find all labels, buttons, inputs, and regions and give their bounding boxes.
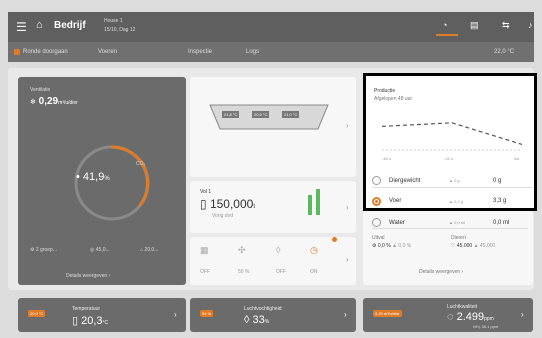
row-feed-label: Voer xyxy=(389,198,402,204)
temperature-card[interactable]: 20,0 °C Temperatuur ▯ 20,3°C › xyxy=(18,298,186,332)
temp-value: ⌂ 20,0... xyxy=(140,247,159,253)
home-icon[interactable]: ⌂ xyxy=(36,19,43,31)
row-weight-label: Diergewicht xyxy=(389,177,421,184)
ventilation-title: Ventilatie xyxy=(30,87,51,93)
top-bar: ☰ ⌂ Bedrijf House 1 15/10, Dag 12 ◔ ▤ ⇆ … xyxy=(8,12,534,42)
gauge-value: • 41,9% xyxy=(76,171,110,183)
ventilation-card[interactable]: Ventilatie ❄ 0,29m³/u/dier • 41,9% CO₂ ⚙… xyxy=(18,77,186,285)
level-bar-2 xyxy=(316,189,320,215)
row-water-label: Water xyxy=(389,219,405,226)
chevron-right-icon[interactable]: › xyxy=(346,121,349,130)
details-link-right[interactable]: Details weergeven › xyxy=(419,269,463,275)
row-feed[interactable]: Voer ▲ 3,3 g 3,3 g xyxy=(372,194,532,208)
humidity-title: Luchtvochtigheid xyxy=(244,306,282,312)
humidity-value: ◊ 33% xyxy=(244,314,270,326)
birds-sub: Vorig dvd xyxy=(212,213,233,219)
bell-icon[interactable]: ♪ xyxy=(528,20,533,30)
radio-water[interactable] xyxy=(372,218,381,227)
details-link-left[interactable]: Details weergeven › xyxy=(66,273,110,279)
gauge xyxy=(74,145,150,221)
sync-icon[interactable]: ⇆ xyxy=(502,20,510,31)
production-card[interactable]: Productie Afgelopen 48 uur -48 u -24 u N… xyxy=(363,73,537,211)
chevron-right-icon[interactable]: › xyxy=(344,310,347,319)
temp-title: Temperatuur xyxy=(72,306,101,312)
temp-badge: 20,0 °C xyxy=(28,310,46,317)
uitval-value: ⚙ 0,0 % ▲ 0,0 % xyxy=(372,243,412,249)
row-water-value: 0,0 ml xyxy=(493,219,510,226)
drop-icon: ◊ xyxy=(276,245,281,255)
menu-icon[interactable]: ☰ xyxy=(16,20,27,34)
temp-value: ▯ 20,3°C xyxy=(72,315,109,327)
groups-value: ⚙ 2 groep... xyxy=(30,247,58,253)
tray-temp-1: 21,8 °C xyxy=(222,111,240,118)
tray-card[interactable]: 21,8 °C 20,9 °C 21,0 °C › xyxy=(190,77,356,177)
series-line xyxy=(381,122,523,145)
light-icon: ▦ xyxy=(200,245,209,255)
document-icon[interactable]: ▤ xyxy=(470,20,479,31)
airquality-title: Luchtkwaliteit xyxy=(447,304,478,310)
alert-dot xyxy=(332,237,337,242)
gauge-label: CO₂ xyxy=(136,161,146,167)
chevron-right-icon[interactable]: › xyxy=(346,203,349,212)
chevron-right-icon[interactable]: › xyxy=(346,255,349,264)
level-bar-1 xyxy=(308,195,312,215)
x-tick-3: Nu xyxy=(514,156,520,161)
birds-value: ▯ 150,000t xyxy=(200,197,255,211)
controls-card[interactable]: ▦ ✣ ◊ ◷ OFF 50 % OFF ON › xyxy=(190,237,356,285)
uitval-label: Uitval xyxy=(372,235,385,241)
inspection-button[interactable]: Inspectie xyxy=(188,49,212,55)
radio-feed[interactable] xyxy=(372,196,381,206)
row-water-delta: ▲ 0,0 ml xyxy=(449,220,465,225)
birds-card[interactable]: Vol 1 ▯ 150,000t Vorig dvd › xyxy=(190,181,356,233)
control-label-1: OFF xyxy=(200,269,210,275)
record-icon xyxy=(14,49,20,55)
chevron-right-icon[interactable]: › xyxy=(174,310,177,319)
airquality-card[interactable]: 0,29 m³/u/dier Luchtkwaliteit ◌ 2.499ppm… xyxy=(363,298,533,332)
x-tick-1: -48 u xyxy=(382,156,392,161)
control-label-3: OFF xyxy=(276,269,286,275)
row-weight-delta: ▲ 0 g xyxy=(449,178,460,183)
fan-icon: ✣ xyxy=(238,245,246,255)
round-check-button[interactable]: Ronde doorgaan xyxy=(23,49,68,55)
dieren-label: Dieren xyxy=(451,235,466,241)
house-date: 15/10, Dag 12 xyxy=(104,27,136,33)
chevron-right-icon[interactable]: › xyxy=(521,310,524,319)
dieren-value: ♡ 45.000 ▲ 45.000 xyxy=(451,243,496,249)
setting-value: ◎ 45,0... xyxy=(90,247,110,253)
page-title: Bedrijf xyxy=(54,20,86,31)
production-extra: Water ▲ 0,0 ml 0,0 ml Uitval ⚙ 0,0 % ▲ 0… xyxy=(363,211,533,285)
row-water[interactable]: Water ▲ 0,0 ml 0,0 ml xyxy=(372,217,528,229)
house-name: House 1 xyxy=(104,18,123,24)
control-label-4: ON xyxy=(310,269,318,275)
humidity-card[interactable]: 54 % Luchtvochtigheid ◊ 33% › xyxy=(190,298,356,332)
row-weight-value: 0 g xyxy=(493,177,502,184)
radio-weight[interactable] xyxy=(372,176,381,185)
row-weight[interactable]: Diergewicht ▲ 0 g 0 g xyxy=(372,174,532,188)
tray-temp-2: 20,9 °C xyxy=(252,111,270,118)
ventilation-value: ❄ 0,29m³/u/dier xyxy=(30,96,78,107)
tray-temp-3: 21,0 °C xyxy=(282,111,300,118)
row-feed-delta: ▲ 3,3 g xyxy=(449,198,463,204)
timer-icon: ◷ xyxy=(310,245,318,255)
humidity-badge: 54 % xyxy=(200,310,214,317)
airquality-badge: 0,29 m³/u/dier xyxy=(373,310,402,317)
sub-bar: Ronde doorgaan Voeren Inspectie Logs 22,… xyxy=(8,42,534,62)
airquality-sub: NH₃ 38,1 ppm xyxy=(473,324,499,329)
outside-temp: 22,0 °C xyxy=(494,49,515,55)
production-chart xyxy=(381,122,523,151)
production-title: Productie xyxy=(374,88,396,94)
dashboard-icon[interactable]: ◔ xyxy=(442,20,447,30)
birds-title: Vol 1 xyxy=(200,189,212,195)
airquality-value: ◌ 2.499ppm xyxy=(447,311,494,323)
x-tick-2: -24 u xyxy=(444,156,454,161)
control-label-2: 50 % xyxy=(238,269,250,275)
feed-button[interactable]: Voeren xyxy=(98,49,117,55)
log-button[interactable]: Logs xyxy=(246,49,259,55)
production-subtitle: Afgelopen 48 uur xyxy=(374,96,413,102)
row-feed-value: 3,3 g xyxy=(493,198,507,204)
